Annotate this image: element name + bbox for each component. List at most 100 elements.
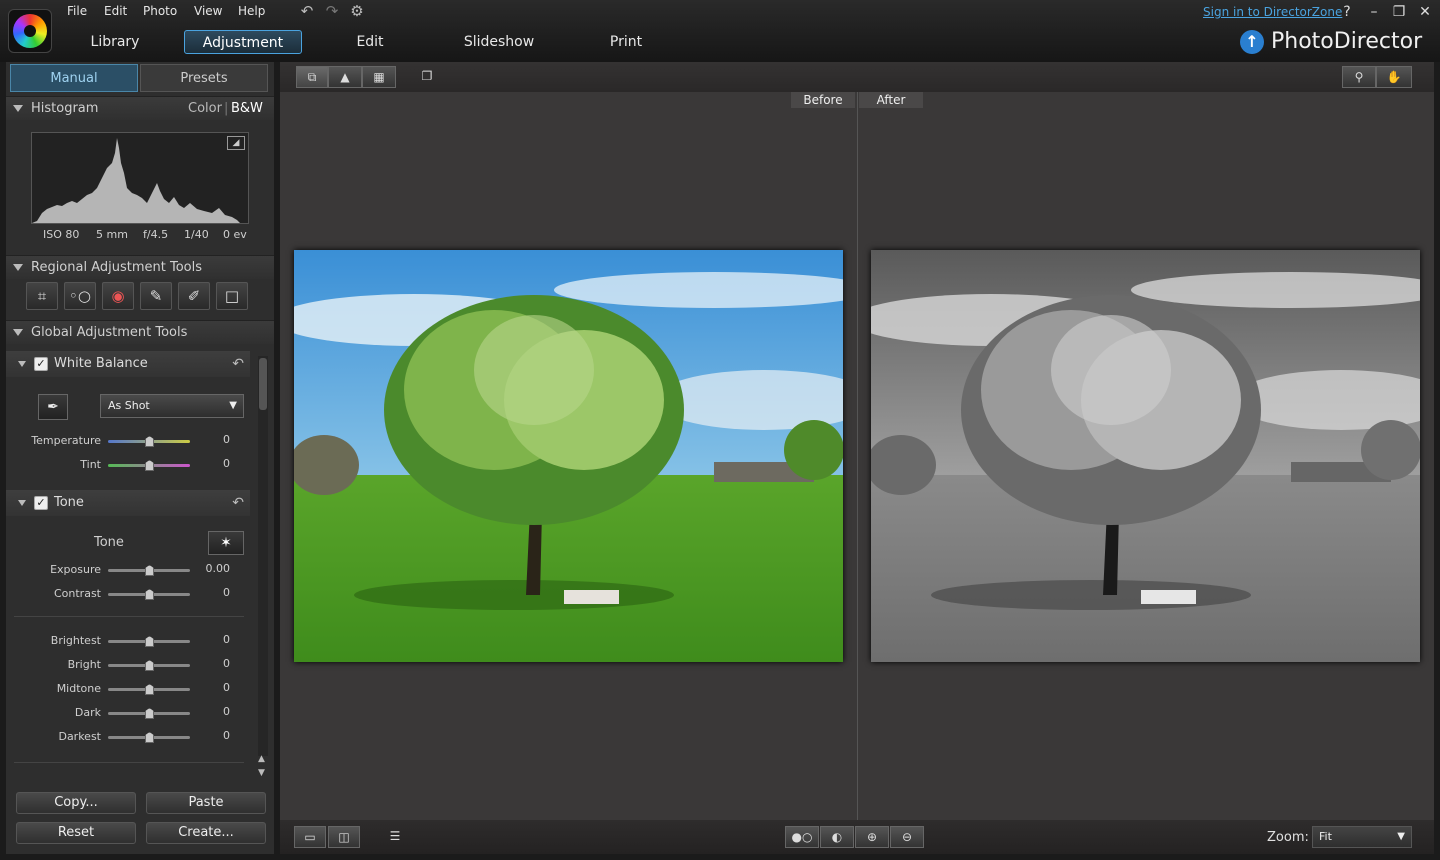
compare-window-icon[interactable]: ❐ [414, 66, 440, 88]
menu-help[interactable]: Help [238, 4, 265, 18]
scroll-up-icon[interactable]: ▲ [258, 754, 265, 764]
slider-value-midtone: 0 [223, 681, 230, 694]
slider-thumb-temperature[interactable] [145, 436, 154, 447]
reset-arrow-icon[interactable]: ↶ [232, 351, 244, 377]
sign-in-link[interactable]: Sign in to DirectorZone [1203, 5, 1342, 19]
gradient-mask-icon[interactable]: ✐ [178, 282, 210, 310]
tab-library[interactable]: Library [80, 30, 150, 54]
crop-tool-icon[interactable]: ⌗ [26, 282, 58, 310]
slider-value-tint: 0 [223, 457, 230, 470]
slider-value-contrast: 0 [223, 586, 230, 599]
upload-arrow-icon: ↑ [1240, 30, 1264, 54]
slider-label-contrast: Contrast [53, 587, 101, 600]
eyedropper-icon[interactable]: ✒ [38, 394, 68, 420]
chevron-down-icon [18, 360, 26, 367]
slider-value-darkest: 0 [223, 729, 230, 742]
collapse-triangle-icon [13, 264, 23, 271]
compare-mode-4-icon[interactable]: ⊖ [890, 826, 924, 848]
tone-sub-label: Tone [94, 535, 124, 550]
histogram-color-toggle[interactable]: Color [188, 97, 222, 121]
exif-iso: ISO 80 [43, 228, 80, 241]
white-balance-preset-select[interactable]: As Shot ▼ [100, 394, 244, 418]
radial-filter-icon[interactable]: □ [216, 282, 248, 310]
tone-divider [14, 616, 244, 617]
tab-manual[interactable]: Manual [10, 64, 138, 92]
red-eye-icon[interactable]: ◉ [102, 282, 134, 310]
slider-thumb-bright[interactable] [145, 660, 154, 671]
spot-removal-icon[interactable]: ◦○ [64, 282, 96, 310]
slider-value-exposure: 0.00 [205, 562, 231, 575]
restore-icon[interactable]: ❐ [1390, 3, 1408, 21]
collapse-triangle-icon [13, 105, 23, 112]
minimize-icon[interactable]: – [1365, 3, 1383, 21]
before-after-view-icon[interactable]: ⧉ [296, 66, 328, 88]
regional-tools-header[interactable]: Regional Adjustment Tools [6, 255, 274, 279]
undo-icon[interactable]: ↶ [297, 2, 317, 20]
menu-view[interactable]: View [194, 4, 222, 18]
slider-thumb-brightest[interactable] [145, 636, 154, 647]
slider-thumb-contrast[interactable] [145, 589, 154, 600]
menu-file[interactable]: File [67, 4, 87, 18]
compare-mode-3-icon[interactable]: ⊕ [855, 826, 889, 848]
before-photo [294, 250, 843, 662]
global-tools-header[interactable]: Global Adjustment Tools [6, 320, 274, 344]
filmstrip-toggle-icon[interactable]: ☰ [380, 826, 410, 848]
tab-presets[interactable]: Presets [140, 64, 268, 92]
paste-button[interactable]: Paste [146, 792, 266, 814]
white-balance-checkbox[interactable]: ✓ [34, 356, 48, 371]
tab-print[interactable]: Print [600, 30, 652, 54]
grid-view-icon[interactable]: ▦ [362, 66, 396, 88]
adjustment-panel: Manual Presets Histogram Color | B&W ◢ I… [6, 62, 274, 854]
histogram-header[interactable]: Histogram Color | B&W [6, 96, 274, 120]
tone-title: Tone [54, 495, 84, 510]
single-photo-view-icon[interactable]: ▭ [294, 826, 326, 848]
side-by-side-view-icon[interactable]: ◫ [328, 826, 360, 848]
viewer-toolbar: ⧉ ▲ ▦ ❐ ⚲ ✋ [280, 62, 1434, 92]
histogram-expand-icon[interactable]: ◢ [227, 136, 245, 150]
close-icon[interactable]: ✕ [1416, 3, 1434, 21]
slider-label-midtone: Midtone [56, 682, 101, 695]
help-button[interactable]: ? [1338, 3, 1356, 21]
compare-mode-2-icon[interactable]: ◐ [820, 826, 854, 848]
slider-thumb-midtone[interactable] [145, 684, 154, 695]
reset-button[interactable]: Reset [16, 822, 136, 844]
panel-scrollbar[interactable] [258, 356, 268, 756]
slider-label-brightest: Brightest [50, 634, 101, 647]
slider-thumb-exposure[interactable] [145, 565, 154, 576]
slider-value-brightest: 0 [223, 633, 230, 646]
slider-value-dark: 0 [223, 705, 230, 718]
slider-label-darkest: Darkest [58, 730, 101, 743]
scroll-down-icon[interactable]: ▼ [258, 768, 265, 778]
histogram-bw-toggle[interactable]: B&W [231, 97, 263, 121]
zoom-magnifier-icon[interactable]: ⚲ [1342, 66, 1376, 88]
tone-checkbox[interactable]: ✓ [34, 495, 48, 510]
slider-thumb-darkest[interactable] [145, 732, 154, 743]
panel-scroll-thumb[interactable] [259, 358, 267, 410]
create-preset-button[interactable]: Create... [146, 822, 266, 844]
dropdown-arrow-icon: ▼ [229, 400, 237, 411]
slider-thumb-dark[interactable] [145, 708, 154, 719]
settings-gear-icon[interactable]: ⚙ [347, 2, 367, 20]
compare-mode-1-icon[interactable]: ●○ [785, 826, 819, 848]
pan-hand-icon[interactable]: ✋ [1376, 66, 1412, 88]
white-balance-header[interactable]: ✓ White Balance ↶ [6, 351, 250, 377]
tab-slideshow[interactable]: Slideshow [458, 30, 540, 54]
auto-tone-wand-icon[interactable]: ✶ [208, 531, 244, 555]
adjustment-brush-icon[interactable]: ✎ [140, 282, 172, 310]
before-after-divider[interactable] [857, 92, 858, 820]
tone-header[interactable]: ✓ Tone ↶ [6, 490, 250, 516]
slider-label-dark: Dark [74, 706, 101, 719]
menu-edit[interactable]: Edit [104, 4, 127, 18]
single-view-icon[interactable]: ▲ [328, 66, 362, 88]
tab-adjustment[interactable]: Adjustment [184, 30, 302, 54]
copy-button[interactable]: Copy... [16, 792, 136, 814]
slider-thumb-tint[interactable] [145, 460, 154, 471]
reset-arrow-icon[interactable]: ↶ [232, 490, 244, 516]
tab-edit[interactable]: Edit [340, 30, 400, 54]
zoom-select[interactable]: Fit ▼ [1312, 826, 1412, 848]
viewer-bottom-bar: ▭ ◫ ☰ ●○ ◐ ⊕ ⊖ Zoom: Fit ▼ [280, 820, 1434, 854]
white-balance-title: White Balance [54, 356, 148, 371]
dropdown-arrow-icon: ▼ [1397, 831, 1405, 842]
redo-icon[interactable]: ↷ [322, 2, 342, 20]
menu-photo[interactable]: Photo [143, 4, 177, 18]
